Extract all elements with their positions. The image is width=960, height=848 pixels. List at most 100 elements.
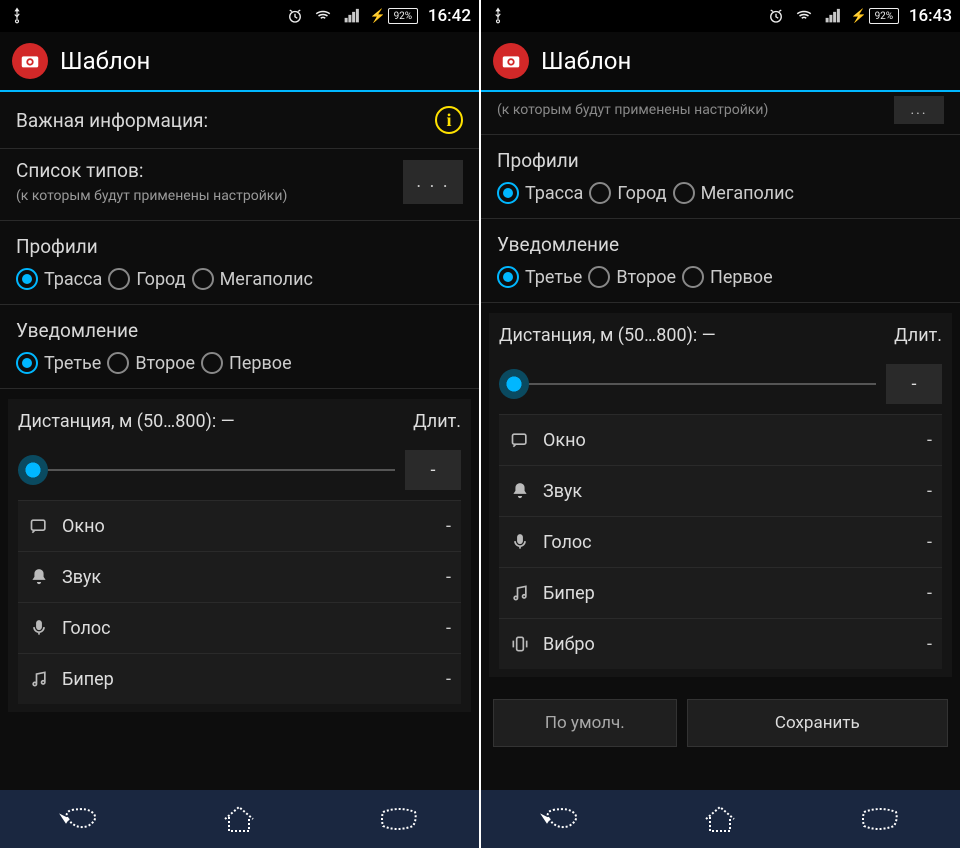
type-list-title: Список типов: [16,159,403,182]
list-item-value: - [446,618,451,639]
window-icon [509,429,531,451]
radio-trassa[interactable]: Трасса [16,268,102,290]
radio-third[interactable]: Третье [16,352,101,374]
app-title: Шаблон [60,47,150,75]
radio-label: Город [136,269,185,290]
list-item-label: Звук [543,481,582,502]
list-item-sound[interactable]: Звук - [18,551,461,602]
app-icon [493,43,529,79]
radio-label: Второе [616,267,676,288]
radio-label: Первое [229,353,292,374]
radio-megapolis[interactable]: Мегаполис [673,182,794,204]
list-item-value: - [446,669,451,690]
button-row: По умолч. Сохранить [481,687,960,759]
duration-label: Длит. [894,325,942,346]
radio-label: Трасса [44,269,102,290]
default-button[interactable]: По умолч. [493,699,677,747]
distance-label: Дистанция, м (50…800): — [18,411,413,432]
radio-first[interactable]: Первое [201,352,292,374]
distance-label: Дистанция, м (50…800): — [499,325,894,346]
list-item-label: Окно [543,430,586,451]
wifi-icon [314,7,332,25]
clock: 16:43 [909,6,952,26]
profiles-radio-group: Трасса Город Мегаполис [0,268,479,305]
duration-value[interactable]: - [405,450,461,490]
radio-label: Третье [44,353,101,374]
usb-icon [8,7,26,25]
duration-value[interactable]: - [886,364,942,404]
radio-trassa[interactable]: Трасса [497,182,583,204]
mic-icon [509,531,531,553]
mic-icon [28,617,50,639]
type-list-button[interactable]: ... [894,96,944,124]
list-item-voice[interactable]: Голос - [18,602,461,653]
radio-gorod[interactable]: Город [589,182,666,204]
slider-thumb[interactable] [499,369,529,399]
notification-label: Уведомление [481,219,960,266]
app-icon [12,43,48,79]
list-item-sound[interactable]: Звук - [499,465,942,516]
signal-icon [823,7,841,25]
list-item-beeper[interactable]: Бипер - [499,567,942,618]
type-list-subtitle: (к которым будут применены настройки) [16,188,403,204]
list-item-value: - [927,430,932,451]
radio-label: Второе [135,353,195,374]
nav-home[interactable] [690,799,750,839]
duration-label: Длит. [413,411,461,432]
alarm-icon [286,7,304,25]
radio-third[interactable]: Третье [497,266,582,288]
list-item-label: Бипер [543,583,595,604]
app-bar: Шаблон [0,32,479,92]
distance-block: Дистанция, м (50…800): — Длит. - Окно - [8,399,471,712]
bell-icon [28,566,50,588]
list-item-label: Окно [62,516,105,537]
distance-slider[interactable] [499,383,876,385]
type-list-button[interactable]: . . . [403,160,463,204]
list-item-value: - [446,567,451,588]
nav-back[interactable] [531,799,591,839]
list-item-beeper[interactable]: Бипер - [18,653,461,704]
list-item-label: Бипер [62,669,114,690]
list-item-label: Голос [62,618,111,639]
charging-icon: ⚡ [370,9,386,24]
list-item-value: - [927,634,932,655]
radio-gorod[interactable]: Город [108,268,185,290]
slider-thumb[interactable] [18,455,48,485]
battery-level: 92% [869,8,899,24]
phone-left: ⚡ 92% 16:42 Шаблон Важная информация: i … [0,0,479,848]
list-item-window[interactable]: Окно - [499,414,942,465]
usb-icon [489,7,507,25]
wifi-icon [795,7,813,25]
distance-slider[interactable] [18,469,395,471]
nav-bar [481,790,960,848]
battery-indicator: ⚡ 92% [851,8,899,24]
profiles-label: Профили [0,221,479,268]
nav-back[interactable] [50,799,110,839]
distance-block: Дистанция, м (50…800): — Длит. - Окно - [489,313,952,677]
list-item-value: - [927,583,932,604]
radio-first[interactable]: Первое [682,266,773,288]
type-list-row[interactable]: Список типов: (к которым будут применены… [0,149,479,221]
charging-icon: ⚡ [851,9,867,24]
radio-second[interactable]: Второе [588,266,676,288]
list-item-label: Голос [543,532,592,553]
type-list-subtitle: (к которым будут применены настройки) [497,102,768,118]
save-button[interactable]: Сохранить [687,699,948,747]
list-item-value: - [446,516,451,537]
nav-recent[interactable] [369,799,429,839]
status-bar: ⚡ 92% 16:43 [481,0,960,32]
nav-bar [0,790,479,848]
radio-megapolis[interactable]: Мегаполис [192,268,313,290]
list-item-vibro[interactable]: Вибро - [499,618,942,669]
important-info-row[interactable]: Важная информация: i [0,92,479,149]
profiles-radio-group: Трасса Город Мегаполис [481,182,960,219]
list-item-window[interactable]: Окно - [18,500,461,551]
nav-home[interactable] [209,799,269,839]
list-item-voice[interactable]: Голос - [499,516,942,567]
music-icon [509,582,531,604]
radio-second[interactable]: Второе [107,352,195,374]
type-list-row-partial[interactable]: (к которым будут применены настройки) ..… [481,92,960,135]
nav-recent[interactable] [850,799,910,839]
info-icon[interactable]: i [435,106,463,134]
alarm-icon [767,7,785,25]
